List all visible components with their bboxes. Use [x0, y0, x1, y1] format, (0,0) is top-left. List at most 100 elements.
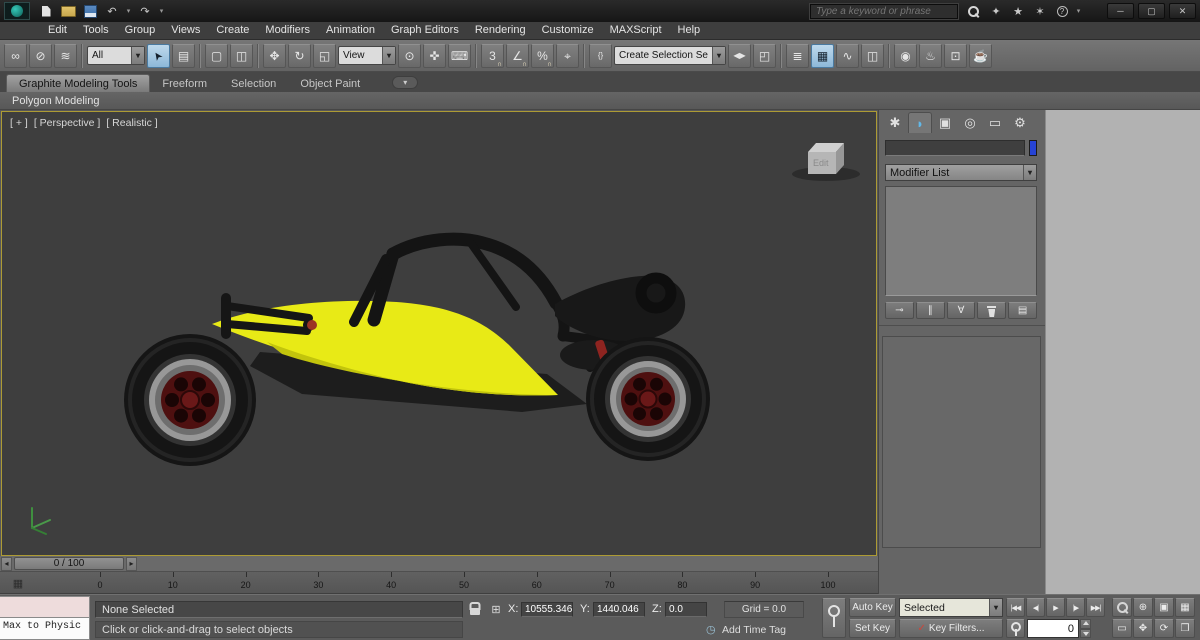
favorites-star-icon[interactable]: ★: [1008, 3, 1028, 20]
zoom-extents-all-icon[interactable]: ▦: [1175, 598, 1195, 617]
tab-freeform[interactable]: Freeform: [150, 75, 219, 92]
percent-snap-toggle-icon[interactable]: %: [531, 43, 554, 68]
modifier-list-dropdown[interactable]: Modifier List: [885, 164, 1037, 181]
zoom-extents-icon[interactable]: ▣: [1154, 598, 1174, 617]
selection-filter-dropdown[interactable]: All: [87, 46, 145, 65]
undo-icon[interactable]: ↶: [102, 3, 122, 20]
close-button[interactable]: ✕: [1169, 3, 1196, 19]
pan-icon[interactable]: ✥: [1133, 619, 1153, 638]
time-slider-button[interactable]: 0 / 100: [14, 557, 124, 570]
frame-spinner[interactable]: [1080, 619, 1091, 638]
timeline-tick[interactable]: 0: [88, 572, 112, 594]
x-coordinate-field[interactable]: 10555.346: [521, 602, 573, 617]
rendered-frame-window-icon[interactable]: ⊡: [944, 43, 967, 68]
timeline-tick[interactable]: 90: [743, 572, 767, 594]
menu-tools[interactable]: Tools: [75, 22, 117, 40]
polygon-modeling-panel[interactable]: Polygon Modeling: [12, 95, 99, 107]
material-editor-icon[interactable]: ◉: [894, 43, 917, 68]
next-frame-button[interactable]: |▶: [1066, 598, 1085, 617]
modifier-stack-list[interactable]: [885, 186, 1037, 296]
tab-utilities-icon[interactable]: ⚙: [1008, 112, 1032, 133]
application-menu-logo-icon[interactable]: [4, 2, 30, 20]
menu-create[interactable]: Create: [208, 22, 257, 40]
box-object[interactable]: Edit: [792, 143, 860, 181]
key-mode-toggle-icon[interactable]: [1006, 619, 1025, 638]
configure-modifier-sets-icon[interactable]: ▤: [1008, 302, 1037, 319]
current-frame-field[interactable]: 0: [1027, 619, 1079, 638]
reference-coordinate-system-dropdown[interactable]: View: [338, 46, 396, 65]
viewport-general-menu[interactable]: [ + ]: [10, 117, 28, 129]
menu-animation[interactable]: Animation: [318, 22, 383, 40]
minimize-button[interactable]: ─: [1107, 3, 1134, 19]
select-by-name-icon[interactable]: ▤: [172, 43, 195, 68]
select-and-rotate-icon[interactable]: ↻: [288, 43, 311, 68]
menu-customize[interactable]: Customize: [534, 22, 602, 40]
tab-hierarchy-icon[interactable]: ▣: [933, 112, 957, 133]
search-icon[interactable]: [964, 3, 984, 20]
go-to-end-button[interactable]: ▶▶|: [1086, 598, 1105, 617]
select-and-move-icon[interactable]: ✥: [263, 43, 286, 68]
menu-edit[interactable]: Edit: [40, 22, 75, 40]
select-and-manipulate-icon[interactable]: ✜: [423, 43, 446, 68]
tab-display-icon[interactable]: ▭: [983, 112, 1007, 133]
set-keys-button[interactable]: [822, 598, 846, 638]
timeline-tick[interactable]: 80: [670, 572, 694, 594]
save-file-icon[interactable]: [80, 3, 100, 20]
rear-wheel[interactable]: [586, 337, 710, 461]
timeline-tick[interactable]: 30: [306, 572, 330, 594]
tab-selection[interactable]: Selection: [219, 75, 288, 92]
zoom-all-icon[interactable]: ⊕: [1133, 598, 1153, 617]
previous-frame-button[interactable]: ◀|: [1026, 598, 1045, 617]
edit-named-selection-sets-icon[interactable]: {}: [589, 43, 612, 68]
timeline-tick[interactable]: 10: [161, 572, 185, 594]
undo-dropdown-caret-icon[interactable]: ▾: [124, 3, 133, 20]
menu-graph-editors[interactable]: Graph Editors: [383, 22, 467, 40]
bind-to-space-warp-icon[interactable]: ≋: [54, 43, 77, 68]
tab-object-paint[interactable]: Object Paint: [288, 75, 372, 92]
select-object-icon[interactable]: ➤: [147, 43, 170, 68]
menu-views[interactable]: Views: [163, 22, 208, 40]
play-button[interactable]: ▶: [1046, 598, 1065, 617]
snaps-toggle-icon[interactable]: 3: [481, 43, 504, 68]
menu-help[interactable]: Help: [670, 22, 709, 40]
redo-dropdown-caret-icon[interactable]: ▾: [157, 3, 166, 20]
timeline-tick[interactable]: 40: [379, 572, 403, 594]
zoom-icon[interactable]: [1112, 598, 1132, 617]
menu-maxscript[interactable]: MAXScript: [602, 22, 670, 40]
previous-frame-arrow-icon[interactable]: ◂: [1, 556, 12, 571]
z-coordinate-field[interactable]: 0.0: [665, 602, 707, 617]
ribbon-display-options-icon[interactable]: [392, 76, 419, 89]
menu-modifiers[interactable]: Modifiers: [257, 22, 318, 40]
go-to-start-button[interactable]: |◀◀: [1006, 598, 1025, 617]
perspective-viewport[interactable]: [ + ] [ Perspective ] [ Realistic ] Edit: [1, 111, 877, 556]
auto-key-button[interactable]: Auto Key: [849, 598, 896, 617]
tab-create-icon[interactable]: ✱: [883, 112, 907, 133]
spinner-snap-toggle-icon[interactable]: ⌖: [556, 43, 579, 68]
maxscript-mini-listener[interactable]: Max to Physic: [0, 618, 90, 640]
render-setup-icon[interactable]: ♨: [919, 43, 942, 68]
show-end-result-icon[interactable]: ∥: [915, 302, 945, 319]
tab-motion-icon[interactable]: ◎: [958, 112, 982, 133]
named-selection-sets-dropdown[interactable]: Create Selection Se: [614, 46, 726, 65]
schematic-view-icon[interactable]: ◫: [861, 43, 884, 68]
timeline-tick[interactable]: 20: [234, 572, 258, 594]
remove-modifier-icon[interactable]: [977, 302, 1007, 319]
orbit-icon[interactable]: ⟳: [1154, 619, 1174, 638]
render-production-icon[interactable]: ☕: [969, 43, 992, 68]
y-coordinate-field[interactable]: 1440.046: [593, 602, 645, 617]
layer-manager-icon[interactable]: ≣: [786, 43, 809, 68]
mirror-icon[interactable]: ◀▶: [728, 43, 751, 68]
tab-modify-icon[interactable]: ◗: [908, 112, 932, 133]
viewport-canvas[interactable]: Edit: [2, 112, 876, 555]
macro-recorder-field[interactable]: [0, 596, 90, 618]
key-selection-set-caret-icon[interactable]: [989, 599, 1002, 616]
absolute-offset-mode-toggle-icon[interactable]: ⊞: [487, 601, 505, 618]
maximize-button[interactable]: ▢: [1138, 3, 1165, 19]
tab-graphite-modeling-tools[interactable]: Graphite Modeling Tools: [6, 74, 151, 92]
object-color-swatch[interactable]: [1029, 140, 1037, 156]
curve-editor-icon[interactable]: ∿: [836, 43, 859, 68]
timeline-tick[interactable]: 100: [816, 572, 840, 594]
add-time-tag[interactable]: Add Time Tag: [722, 624, 786, 636]
angle-snap-toggle-icon[interactable]: ∠: [506, 43, 529, 68]
modifier-list-caret-icon[interactable]: [1023, 165, 1036, 180]
